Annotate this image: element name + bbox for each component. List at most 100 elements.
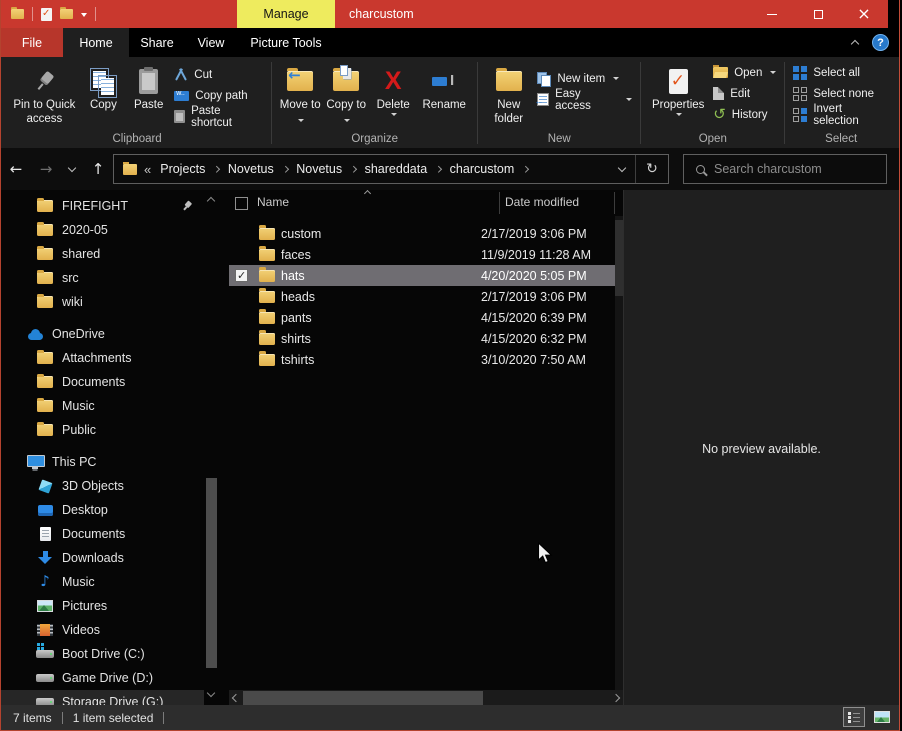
file-row[interactable]: custom 2/17/2019 3:06 PM: [229, 223, 615, 244]
file-row[interactable]: pants 4/15/2020 6:39 PM: [229, 307, 615, 328]
address-dropdown-icon[interactable]: [609, 155, 635, 183]
tab-home[interactable]: Home: [63, 28, 129, 57]
details-view-button[interactable]: [843, 707, 865, 727]
rename-icon: [432, 74, 456, 88]
maximize-button[interactable]: [795, 0, 841, 28]
up-icon[interactable]: [83, 160, 113, 178]
file-row[interactable]: heads 2/17/2019 3:06 PM: [229, 286, 615, 307]
paste-button[interactable]: Paste: [126, 61, 171, 113]
chevron-down-icon[interactable]: [81, 13, 87, 17]
breadcrumb-segment[interactable]: charcustom: [443, 155, 530, 183]
scroll-up-icon[interactable]: [207, 197, 215, 205]
sidebar-item[interactable]: Documents: [1, 370, 204, 394]
rename-button[interactable]: Rename: [416, 61, 472, 113]
sidebar-item[interactable]: 2020-05: [1, 218, 204, 242]
file-row[interactable]: shirts 4/15/2020 6:32 PM: [229, 328, 615, 349]
sidebar-item[interactable]: OneDrive: [1, 322, 204, 346]
select-none-button[interactable]: Select none: [790, 84, 892, 103]
sidebar-item[interactable]: Documents: [1, 522, 204, 546]
copy-button[interactable]: Copy: [81, 61, 126, 113]
copy-path-button[interactable]: Copy path: [171, 86, 266, 105]
scrollbar-thumb[interactable]: [615, 220, 623, 296]
address-bar[interactable]: Projects Novetus Novetus shareddata char…: [113, 154, 669, 184]
sidebar-item[interactable]: Boot Drive (C:): [1, 642, 204, 666]
sidebar-scrollbar[interactable]: [204, 190, 219, 706]
file-row[interactable]: hats 4/20/2020 5:05 PM: [229, 265, 615, 286]
delete-button[interactable]: Delete: [370, 61, 416, 116]
refresh-icon[interactable]: [636, 161, 668, 177]
minimize-button[interactable]: [749, 0, 795, 28]
help-icon[interactable]: [872, 34, 889, 51]
scrollbar-thumb[interactable]: [206, 478, 217, 668]
sidebar-item-label: Public: [62, 423, 96, 437]
sidebar-item[interactable]: src: [1, 266, 204, 290]
column-name[interactable]: Name: [257, 195, 289, 209]
pin-to-quick-access-button[interactable]: Pin to Quick access: [8, 61, 81, 127]
manage-contextual-tab[interactable]: Manage: [237, 0, 335, 28]
properties-check-icon[interactable]: [41, 8, 52, 21]
cut-button[interactable]: Cut: [171, 65, 266, 84]
tab-file[interactable]: File: [1, 28, 63, 57]
properties-button[interactable]: Properties: [646, 61, 710, 116]
sidebar-item[interactable]: Game Drive (D:): [1, 666, 204, 690]
tab-view[interactable]: View: [185, 28, 237, 57]
sidebar-item[interactable]: wiki: [1, 290, 204, 314]
select-all-button[interactable]: Select all: [790, 63, 892, 82]
file-list-scrollbar[interactable]: [615, 216, 623, 690]
easy-access-button[interactable]: Easy access: [534, 90, 635, 109]
select-all-checkbox[interactable]: [235, 197, 248, 210]
search-box[interactable]: [683, 154, 887, 184]
scrollbar-thumb[interactable]: [243, 691, 483, 705]
scroll-left-icon[interactable]: [232, 694, 240, 702]
sidebar-item[interactable]: 3D Objects: [1, 474, 204, 498]
file-row[interactable]: faces 11/9/2019 11:28 AM: [229, 244, 615, 265]
paste-shortcut-button[interactable]: Paste shortcut: [171, 107, 266, 126]
breadcrumb-overflow-icon[interactable]: [144, 162, 151, 177]
sidebar-item[interactable]: Videos: [1, 618, 204, 642]
sidebar-item[interactable]: Downloads: [1, 546, 204, 570]
copy-to-button[interactable]: Copy to: [323, 61, 369, 127]
breadcrumb-segment[interactable]: shareddata: [358, 155, 443, 183]
sidebar-item[interactable]: Public: [1, 418, 204, 442]
close-button[interactable]: [841, 0, 887, 28]
thumbnails-view-button[interactable]: [871, 707, 893, 727]
column-divider[interactable]: [499, 192, 500, 214]
edit-button[interactable]: Edit: [710, 84, 779, 103]
forward-icon[interactable]: [31, 160, 61, 178]
column-date-modified[interactable]: Date modified: [505, 195, 579, 209]
breadcrumb-segment[interactable]: Novetus: [289, 155, 357, 183]
sidebar-item[interactable]: Desktop: [1, 498, 204, 522]
sidebar-item[interactable]: Music: [1, 570, 204, 594]
sidebar-item-label: Pictures: [62, 599, 107, 613]
sidebar-item[interactable]: FIREFIGHT: [1, 194, 204, 218]
recent-locations-icon[interactable]: [61, 165, 83, 173]
search-input[interactable]: [714, 162, 874, 176]
back-icon[interactable]: [1, 160, 31, 178]
new-item-button[interactable]: New item: [534, 69, 635, 88]
sidebar-item[interactable]: shared: [1, 242, 204, 266]
folder-icon[interactable]: [11, 9, 24, 19]
collapse-ribbon-icon[interactable]: [851, 40, 859, 48]
sidebar-item[interactable]: Pictures: [1, 594, 204, 618]
scroll-down-icon[interactable]: [207, 689, 215, 697]
sidebar-item[interactable]: Music: [1, 394, 204, 418]
horizontal-scrollbar[interactable]: [229, 690, 623, 706]
tab-share[interactable]: Share: [129, 28, 185, 57]
history-button[interactable]: History: [710, 105, 779, 124]
tab-picture-tools[interactable]: Picture Tools: [237, 28, 335, 57]
breadcrumb-segment[interactable]: Novetus: [221, 155, 289, 183]
folder-icon[interactable]: [60, 9, 73, 19]
new-folder-button[interactable]: New folder: [483, 61, 534, 127]
scroll-right-icon[interactable]: [612, 694, 620, 702]
sidebar-item[interactable]: This PC: [1, 450, 204, 474]
move-to-button[interactable]: Move to: [277, 61, 323, 127]
invert-selection-button[interactable]: Invert selection: [790, 105, 892, 124]
file-name: pants: [281, 311, 476, 325]
column-divider[interactable]: [614, 192, 615, 214]
breadcrumb-segment[interactable]: Projects: [153, 155, 221, 183]
sidebar-item[interactable]: Attachments: [1, 346, 204, 370]
file-row[interactable]: tshirts 3/10/2020 7:50 AM: [229, 349, 615, 370]
row-checkbox[interactable]: [235, 269, 248, 282]
open-button[interactable]: Open: [710, 63, 779, 82]
sidebar-item[interactable]: Storage Drive (G:): [1, 690, 204, 706]
